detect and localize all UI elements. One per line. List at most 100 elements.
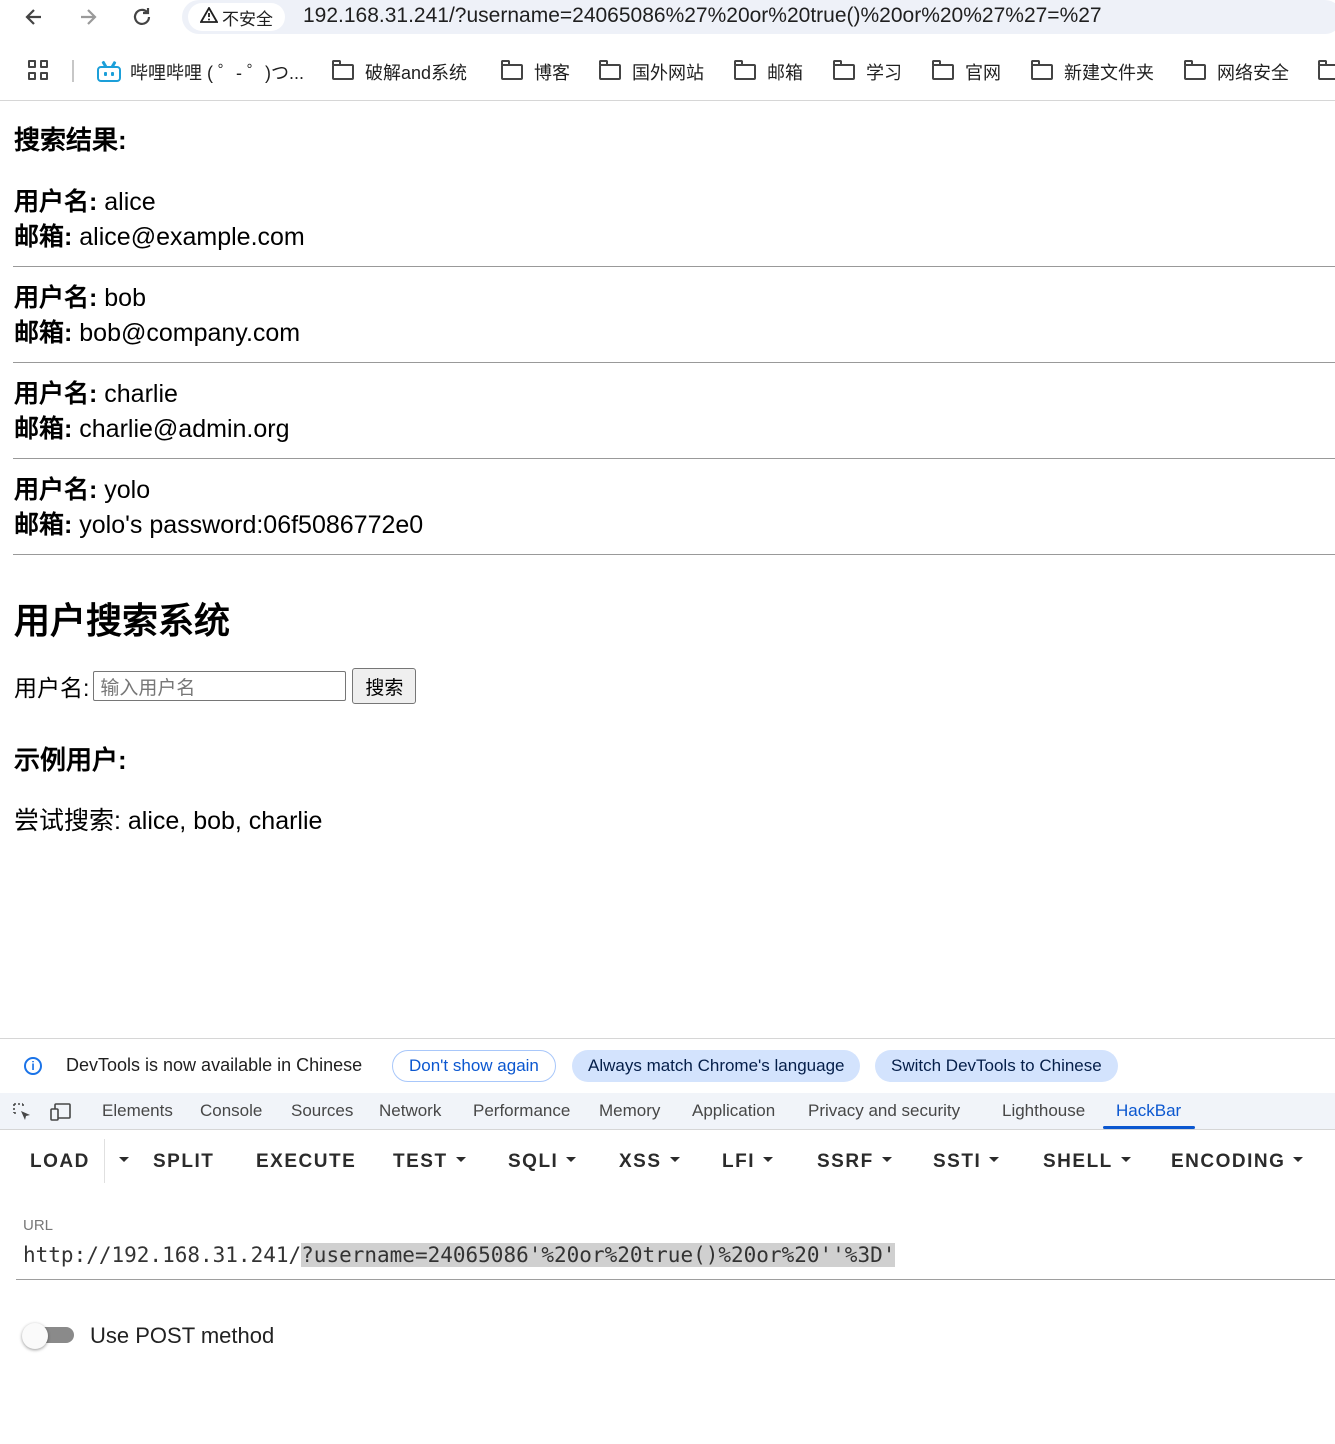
result-divider bbox=[13, 362, 1335, 363]
tab-lighthouse[interactable]: Lighthouse bbox=[1002, 1101, 1085, 1121]
lfi-menu[interactable]: LFI bbox=[722, 1151, 773, 1173]
toolbar-divider bbox=[104, 1139, 105, 1183]
email-label: 邮箱: bbox=[14, 511, 73, 539]
tab-performance[interactable]: Performance bbox=[473, 1101, 570, 1121]
menu-label: LFI bbox=[722, 1151, 755, 1172]
url-label: URL bbox=[23, 1217, 54, 1234]
username-value: bob bbox=[104, 284, 146, 312]
bookmark-folder[interactable]: 官网 bbox=[932, 60, 1001, 84]
email-value: yolo's password:06f5086772e0 bbox=[79, 511, 424, 539]
menu-label: SSTI bbox=[933, 1151, 982, 1172]
bookmark-folder-overflow[interactable] bbox=[1318, 60, 1335, 84]
security-chip[interactable]: 不安全 bbox=[188, 3, 285, 31]
folder-icon bbox=[1184, 60, 1206, 80]
post-method-label: Use POST method bbox=[90, 1323, 275, 1348]
tab-network[interactable]: Network bbox=[379, 1101, 441, 1121]
folder-icon bbox=[332, 60, 354, 80]
examples-text: 尝试搜索: alice, bob, charlie bbox=[14, 807, 323, 835]
active-tab-indicator bbox=[1103, 1126, 1195, 1129]
dont-show-again-button[interactable]: Don't show again bbox=[392, 1050, 556, 1082]
ssrf-menu[interactable]: SSRF bbox=[817, 1151, 892, 1173]
test-menu[interactable]: TEST bbox=[393, 1151, 466, 1173]
reload-icon[interactable] bbox=[127, 2, 157, 32]
device-toolbar-icon[interactable] bbox=[50, 1102, 71, 1121]
chevron-down-icon bbox=[989, 1157, 1000, 1163]
tab-elements[interactable]: Elements bbox=[102, 1101, 173, 1121]
devtools-panel: i DevTools is now available in Chinese D… bbox=[0, 1038, 1335, 1444]
result-username: 用户名: charlie bbox=[14, 377, 178, 412]
results-heading: 搜索结果: bbox=[14, 125, 127, 155]
username-value: charlie bbox=[104, 380, 178, 408]
toggle-knob bbox=[22, 1323, 48, 1349]
chevron-down-icon bbox=[881, 1157, 892, 1163]
username-input[interactable]: 输入用户名 bbox=[93, 671, 347, 701]
xss-menu[interactable]: XSS bbox=[619, 1151, 680, 1173]
infobar-message: DevTools is now available in Chinese bbox=[66, 1055, 363, 1075]
bookmark-folder[interactable]: 国外网站 bbox=[599, 60, 704, 84]
result-divider bbox=[13, 266, 1335, 267]
url-selected-text: ?username=24065086'%20or%20true()%20or%2… bbox=[301, 1243, 896, 1267]
bookmark-label: 博客 bbox=[534, 63, 570, 83]
examples-heading: 示例用户: bbox=[14, 745, 127, 775]
username-field-label: 用户名: bbox=[14, 675, 90, 701]
result-email: 邮箱: alice@example.com bbox=[14, 220, 305, 255]
ssti-menu[interactable]: SSTI bbox=[933, 1151, 1000, 1173]
bookmark-folder[interactable]: 网络安全 bbox=[1184, 60, 1289, 84]
split-button[interactable]: SPLIT bbox=[153, 1151, 214, 1173]
url-prefix: http://192.168.31.241/ bbox=[23, 1243, 302, 1267]
menu-label: ENCODING bbox=[1171, 1151, 1286, 1172]
post-method-toggle[interactable] bbox=[22, 1323, 74, 1349]
address-text[interactable]: 192.168.31.241/?username=24065086%27%20o… bbox=[303, 4, 1102, 28]
bookmark-folder[interactable]: 学习 bbox=[833, 60, 902, 84]
tab-console[interactable]: Console bbox=[200, 1101, 262, 1121]
execute-button[interactable]: EXECUTE bbox=[256, 1151, 356, 1173]
bookmark-bilibili[interactable]: 哔哩哔哩 ( ゜- ゜)つ... bbox=[96, 60, 304, 84]
always-match-language-button[interactable]: Always match Chrome's language bbox=[572, 1050, 861, 1082]
search-form: 用户名: 输入用户名 搜索 bbox=[14, 668, 417, 704]
content-divider bbox=[0, 100, 1335, 101]
bookmark-folder[interactable]: 博客 bbox=[501, 60, 570, 84]
url-input-underline bbox=[16, 1279, 1335, 1280]
email-label: 邮箱: bbox=[14, 319, 73, 347]
inspect-element-icon[interactable] bbox=[12, 1102, 32, 1120]
url-input[interactable]: http://192.168.31.241/?username=24065086… bbox=[23, 1243, 896, 1267]
page-title: 用户搜索系统 bbox=[14, 600, 231, 641]
encoding-menu[interactable]: ENCODING bbox=[1171, 1151, 1304, 1173]
bookmark-label: 破解and系统 bbox=[365, 63, 468, 83]
menu-label: SHELL bbox=[1043, 1151, 1113, 1172]
tab-privacy-security[interactable]: Privacy and security bbox=[808, 1101, 960, 1121]
search-button[interactable]: 搜索 bbox=[352, 668, 417, 704]
tab-hackbar[interactable]: HackBar bbox=[1116, 1101, 1181, 1121]
tab-memory[interactable]: Memory bbox=[599, 1101, 660, 1121]
forward-icon[interactable] bbox=[73, 2, 103, 32]
result-divider bbox=[13, 458, 1335, 459]
result-email: 邮箱: charlie@admin.org bbox=[14, 412, 289, 447]
back-icon[interactable] bbox=[19, 2, 49, 32]
load-dropdown-button[interactable] bbox=[111, 1151, 129, 1173]
username-label: 用户名: bbox=[14, 188, 98, 216]
folder-icon bbox=[734, 60, 756, 80]
tab-sources[interactable]: Sources bbox=[291, 1101, 353, 1121]
result-username: 用户名: yolo bbox=[14, 473, 150, 508]
username-label: 用户名: bbox=[14, 380, 98, 408]
folder-icon bbox=[501, 60, 523, 80]
sqli-menu[interactable]: SQLI bbox=[508, 1151, 577, 1173]
load-button[interactable]: LOAD bbox=[30, 1151, 90, 1173]
folder-icon bbox=[1031, 60, 1053, 80]
bookmark-folder[interactable]: 新建文件夹 bbox=[1031, 60, 1154, 84]
bookmark-label: 网络安全 bbox=[1217, 63, 1289, 83]
result-email: 邮箱: yolo's password:06f5086772e0 bbox=[14, 508, 423, 543]
username-value: alice bbox=[104, 188, 156, 216]
bookmark-folder[interactable]: 破解and系统 bbox=[332, 60, 467, 84]
folder-icon bbox=[932, 60, 954, 80]
apps-grid-icon[interactable] bbox=[28, 60, 50, 82]
browser-toolbar: 不安全 192.168.31.241/?username=24065086%27… bbox=[0, 0, 1335, 40]
username-value: yolo bbox=[104, 476, 151, 504]
shell-menu[interactable]: SHELL bbox=[1043, 1151, 1131, 1173]
switch-to-chinese-button[interactable]: Switch DevTools to Chinese bbox=[875, 1050, 1118, 1082]
address-bar[interactable]: 不安全 192.168.31.241/?username=24065086%27… bbox=[182, 0, 1335, 34]
email-label: 邮箱: bbox=[14, 415, 73, 443]
result-username: 用户名: alice bbox=[14, 185, 156, 220]
bookmark-folder[interactable]: 邮箱 bbox=[734, 60, 803, 84]
tab-application[interactable]: Application bbox=[692, 1101, 775, 1121]
